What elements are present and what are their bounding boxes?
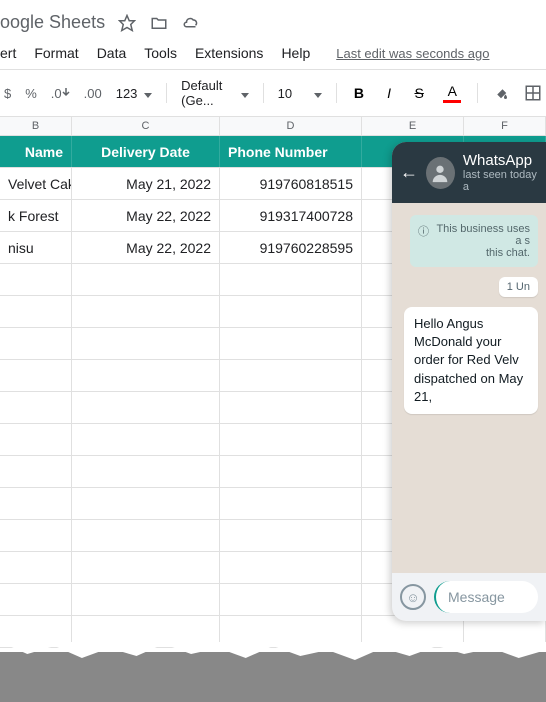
- menu-data[interactable]: Data: [97, 45, 127, 61]
- fill-color-button[interactable]: [492, 84, 510, 102]
- currency-button[interactable]: $: [4, 86, 11, 101]
- cell-name[interactable]: k Forest: [0, 200, 72, 231]
- whatsapp-chat-body: ⓘ This business uses a s this chat. 1 Un…: [392, 203, 546, 573]
- cell-phone[interactable]: 919760228595: [220, 232, 362, 263]
- col-header-E[interactable]: E: [362, 117, 464, 135]
- cell-phone[interactable]: 919317400728: [220, 200, 362, 231]
- whatsapp-header: ← WhatsApp last seen today a: [392, 142, 546, 203]
- whatsapp-last-seen: last seen today a: [463, 169, 538, 193]
- header-phone-cell[interactable]: Phone Number: [220, 136, 362, 167]
- borders-button[interactable]: [524, 84, 542, 102]
- last-edit-link[interactable]: Last edit was seconds ago: [336, 46, 489, 61]
- font-size-dropdown[interactable]: 10: [278, 86, 322, 101]
- back-arrow-icon[interactable]: ←: [400, 162, 418, 183]
- toolbar: $ % .0 .00 123 Default (Ge... 10 B I S A: [0, 70, 546, 117]
- move-folder-icon[interactable]: [149, 13, 169, 33]
- menu-extensions[interactable]: Extensions: [195, 45, 263, 61]
- number-format-dropdown[interactable]: 123: [116, 86, 153, 101]
- menu-help[interactable]: Help: [281, 45, 310, 61]
- menu-bar: ert Format Data Tools Extensions Help La…: [0, 41, 546, 70]
- toolbar-separator: [336, 83, 337, 103]
- cell-phone[interactable]: 919760818515: [220, 168, 362, 199]
- cell-name[interactable]: nisu: [0, 232, 72, 263]
- cell-date[interactable]: May 21, 2022: [72, 168, 220, 199]
- decrease-decimal-button[interactable]: .0: [51, 86, 70, 101]
- column-headers: B C D E F: [0, 117, 546, 136]
- increase-decimal-button[interactable]: .00: [84, 86, 102, 101]
- emoji-icon[interactable]: ☺: [400, 584, 426, 610]
- font-family-dropdown[interactable]: Default (Ge...: [181, 78, 249, 108]
- whatsapp-message-bubble: Hello Angus McDonald your order for Red …: [404, 307, 538, 414]
- whatsapp-message-input[interactable]: Message: [434, 581, 538, 613]
- whatsapp-preview: ← WhatsApp last seen today a ⓘ This busi…: [392, 142, 546, 621]
- cloud-status-icon[interactable]: [181, 13, 201, 33]
- text-color-indicator: [443, 100, 461, 103]
- toolbar-separator: [166, 83, 167, 103]
- toolbar-separator: [263, 83, 264, 103]
- torn-edge-decoration: [0, 652, 546, 702]
- bold-button[interactable]: B: [351, 85, 367, 101]
- col-header-D[interactable]: D: [220, 117, 362, 135]
- cell-date[interactable]: May 22, 2022: [72, 232, 220, 263]
- menu-tools[interactable]: Tools: [144, 45, 177, 61]
- whatsapp-business-notice: ⓘ This business uses a s this chat.: [410, 215, 538, 267]
- italic-button[interactable]: I: [381, 85, 397, 101]
- percent-button[interactable]: %: [25, 86, 37, 101]
- info-icon: ⓘ: [418, 223, 429, 239]
- star-icon[interactable]: [117, 13, 137, 33]
- whatsapp-input-bar: ☺ Message: [392, 573, 546, 621]
- text-color-button[interactable]: A: [441, 83, 463, 103]
- app-title: oogle Sheets: [0, 12, 105, 33]
- header-name-cell[interactable]: Name: [0, 136, 72, 167]
- strikethrough-button[interactable]: S: [411, 85, 427, 101]
- col-header-B[interactable]: B: [0, 117, 72, 135]
- title-bar: oogle Sheets: [0, 0, 546, 41]
- col-header-F[interactable]: F: [464, 117, 546, 135]
- menu-insert[interactable]: ert: [0, 45, 16, 61]
- col-header-C[interactable]: C: [72, 117, 220, 135]
- header-date-cell[interactable]: Delivery Date: [72, 136, 220, 167]
- cell-date[interactable]: May 22, 2022: [72, 200, 220, 231]
- cell-name[interactable]: Velvet Cake: [0, 168, 72, 199]
- whatsapp-unread-badge: 1 Un: [499, 277, 538, 297]
- toolbar-separator: [477, 83, 478, 103]
- avatar[interactable]: [426, 157, 455, 189]
- menu-format[interactable]: Format: [34, 45, 78, 61]
- whatsapp-contact-name: WhatsApp: [463, 152, 538, 169]
